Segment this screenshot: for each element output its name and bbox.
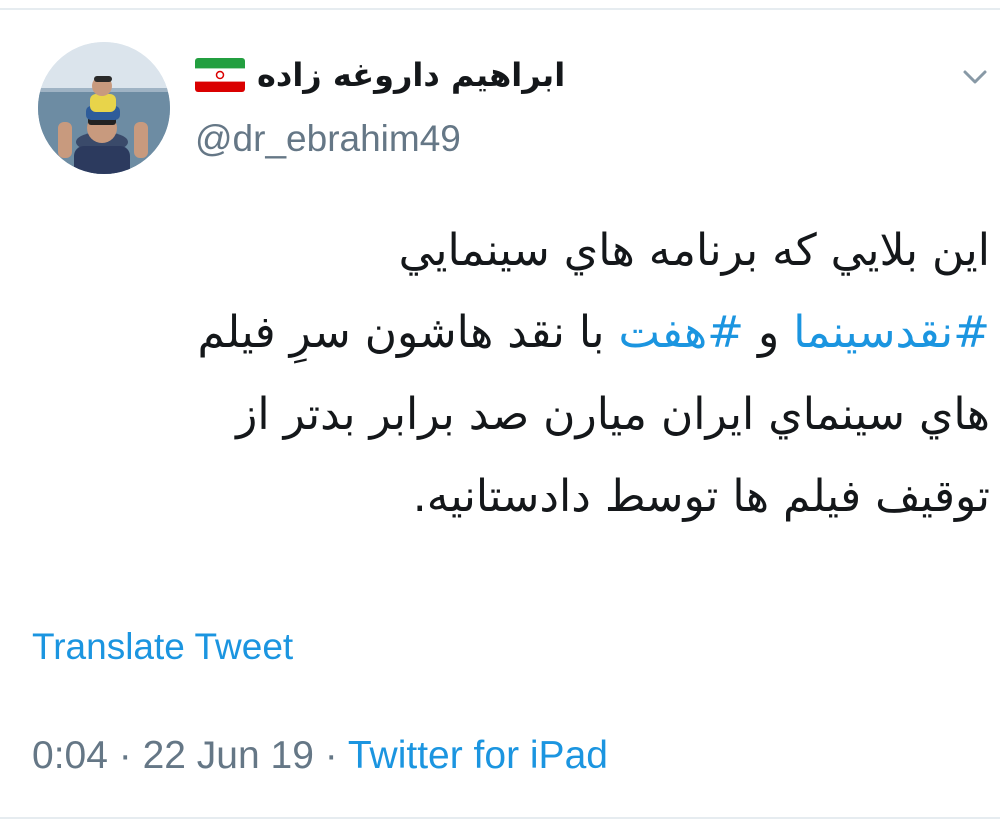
tweet-line-3: هاي سينماي ايران ميارن صد برابر بدتر از xyxy=(236,389,990,440)
tweet-text: اين بلايي كه برنامه هاي سينمايي #نقدسینم… xyxy=(30,210,990,538)
meta-separator: · xyxy=(107,734,143,777)
author-handle[interactable]: @dr_ebrahim49 xyxy=(195,118,461,160)
tweet-source-link[interactable]: Twitter for iPad xyxy=(348,734,608,777)
top-divider xyxy=(0,8,1000,10)
conjunction-text: و xyxy=(744,307,794,358)
tweet-line-2: #نقدسینما و #هفت با نقد هاشون سرِ فیلم xyxy=(30,292,990,374)
avatar[interactable] xyxy=(38,42,170,174)
chevron-down-icon[interactable] xyxy=(958,64,992,90)
tweet-line-4: توقیف فیلم ها توسط دادستانیه. xyxy=(412,471,990,522)
iran-flag-icon xyxy=(195,58,245,92)
bottom-divider xyxy=(0,817,1000,819)
tweet-line-1: اين بلايي كه برنامه هاي سينمايي xyxy=(398,225,990,276)
translate-tweet-link[interactable]: Translate Tweet xyxy=(32,626,293,668)
author-name-row: ابراهیم داروغه زاده xyxy=(195,52,565,98)
tweet-date[interactable]: 22 Jun 19 xyxy=(143,734,314,777)
tweet-meta: 0:04 · 22 Jun 19 · Twitter for iPad xyxy=(32,734,608,778)
author-display-name[interactable]: ابراهیم داروغه زاده xyxy=(257,56,565,94)
hashtag-naqd-cinema[interactable]: #نقدسینما xyxy=(793,307,990,358)
profile-photo xyxy=(38,42,170,174)
hashtag-haft[interactable]: #هفت xyxy=(618,307,744,358)
meta-separator: · xyxy=(313,734,348,777)
tweet-time[interactable]: 0:04 xyxy=(32,734,108,777)
tweet-line-2-rest: با نقد هاشون سرِ فیلم xyxy=(197,307,619,358)
